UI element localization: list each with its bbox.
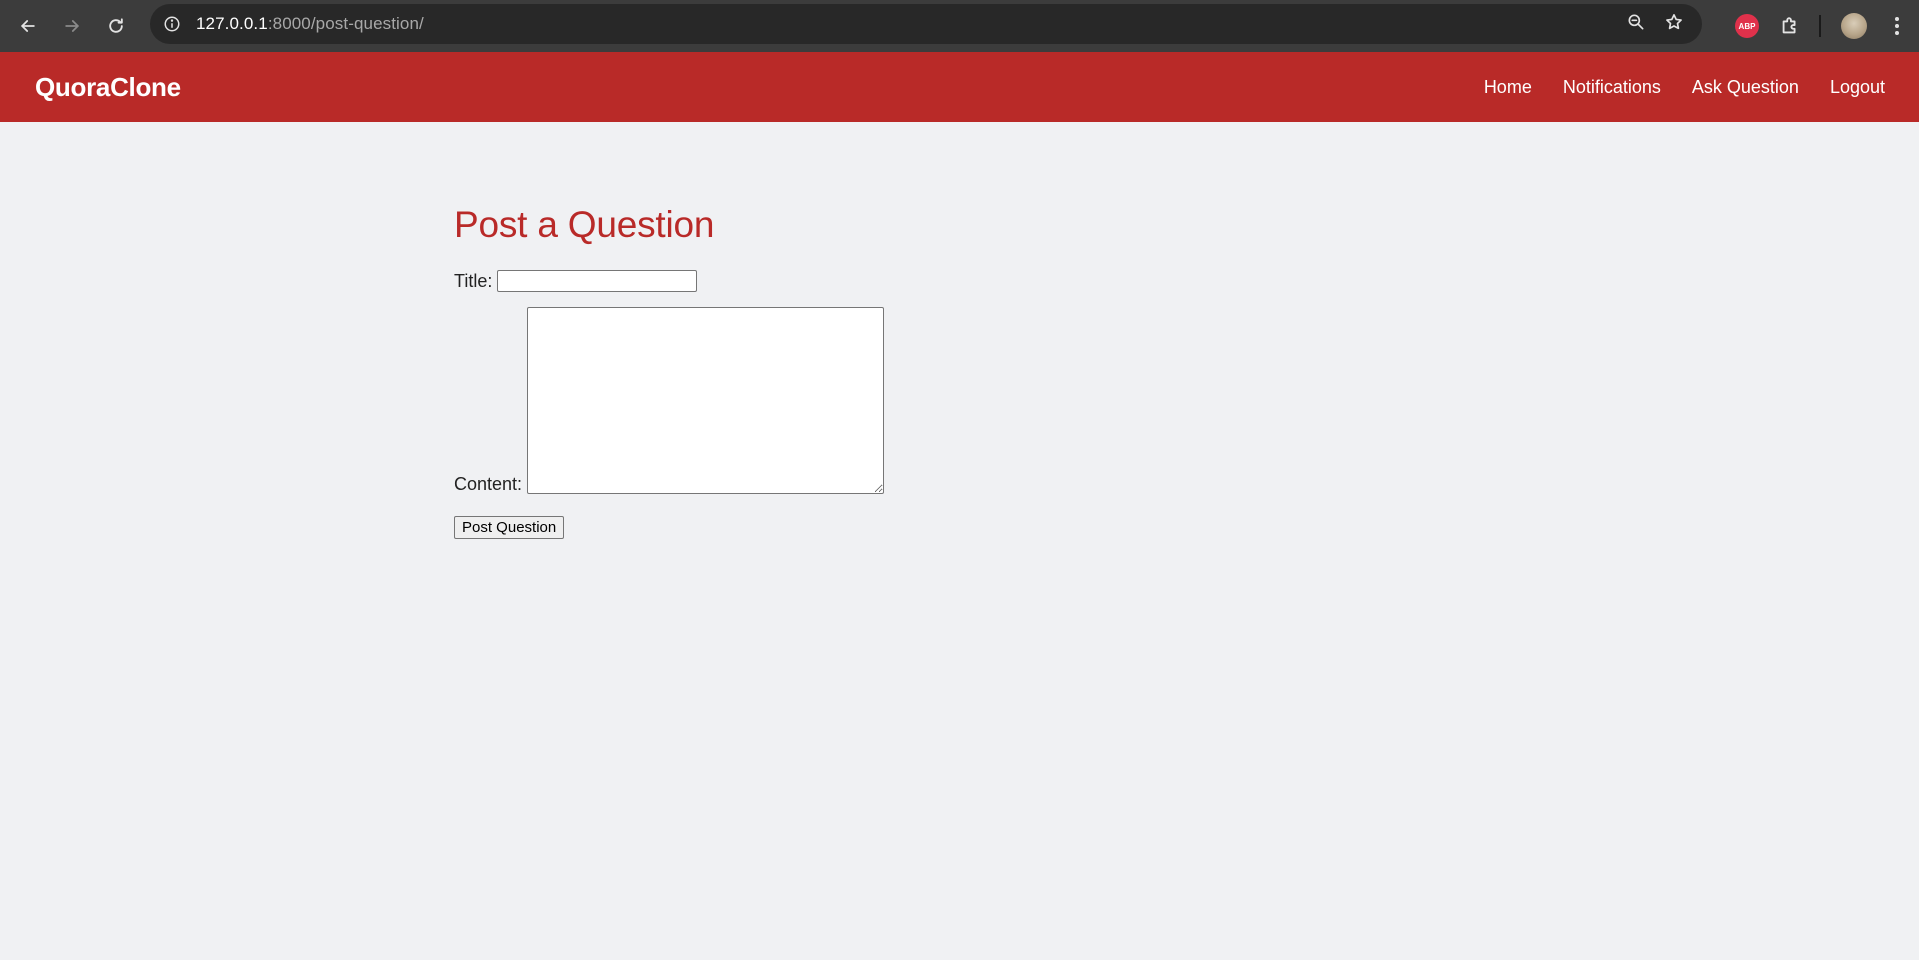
reload-button[interactable] (94, 4, 138, 48)
bookmark-star-icon[interactable] (1664, 12, 1684, 37)
reload-icon (109, 18, 123, 33)
nav-home[interactable]: Home (1484, 77, 1532, 98)
post-question-form: Post a Question Title: Content: Post Que… (454, 204, 1354, 539)
nav-logout[interactable]: Logout (1830, 77, 1885, 98)
toolbar-divider (1819, 15, 1821, 37)
title-label: Title: (454, 270, 493, 291)
arrow-right-icon (65, 20, 79, 32)
adblock-extension-icon[interactable]: ABP (1735, 14, 1759, 38)
url-path: :8000/post-question/ (267, 14, 424, 33)
zoom-icon[interactable] (1626, 12, 1646, 37)
title-input[interactable] (497, 270, 698, 292)
content-textarea[interactable] (527, 307, 885, 494)
back-button[interactable] (6, 4, 50, 48)
kebab-menu-icon[interactable] (1887, 14, 1907, 38)
profile-avatar[interactable] (1841, 13, 1867, 39)
url-text: 127.0.0.1:8000/post-question/ (196, 14, 424, 34)
address-bar[interactable]: 127.0.0.1:8000/post-question/ (150, 4, 1702, 44)
site-header: QuoraClone Home Notifications Ask Questi… (0, 52, 1919, 122)
nav-notifications[interactable]: Notifications (1563, 77, 1661, 98)
site-info-icon[interactable] (162, 14, 182, 34)
brand-logo[interactable]: QuoraClone (35, 72, 181, 103)
main-nav: Home Notifications Ask Question Logout (1484, 52, 1885, 122)
page-title: Post a Question (454, 204, 715, 245)
browser-toolbar: 127.0.0.1:8000/post-question/ ABP (0, 0, 1919, 52)
content-row: Content: (454, 307, 1354, 494)
nav-ask-question[interactable]: Ask Question (1692, 77, 1799, 98)
page-body: Post a Question Title: Content: Post Que… (0, 122, 1919, 962)
forward-button[interactable] (50, 4, 94, 48)
title-row: Title: (454, 270, 1354, 292)
submit-row: Post Question (454, 516, 1354, 539)
post-question-button[interactable]: Post Question (454, 516, 565, 539)
address-bar-actions (1626, 4, 1692, 44)
arrow-left-icon (21, 20, 35, 32)
abp-label: ABP (1738, 21, 1756, 31)
url-host: 127.0.0.1 (196, 14, 268, 33)
extensions-area: ABP (1735, 0, 1919, 52)
content-label: Content: (454, 474, 523, 494)
puzzle-icon[interactable] (1779, 15, 1801, 37)
